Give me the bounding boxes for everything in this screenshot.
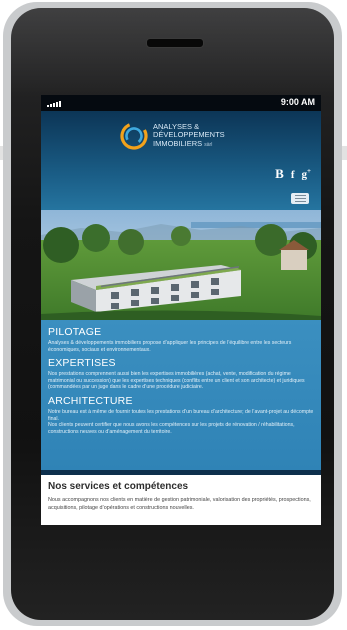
content-panel: PILOTAGE Analyses & développements immob… [41,320,321,470]
status-bar: 9:00 AM [41,95,321,111]
hero-image [41,210,321,320]
services-text: Nous accompagnons nos clients en matière… [48,497,311,511]
phone-speaker [146,38,204,48]
brand-line-3: IMMOBILIERS sàrl [153,138,225,149]
google-plus-sup: + [307,167,311,176]
brand-suffix: sàrl [204,141,213,148]
social-links: B f g+ [275,166,311,182]
signal-icon [47,100,61,107]
menu-button[interactable] [291,193,309,204]
site-header: ANALYSES & DÉVELOPPEMENTS IMMOBILIERS sà… [41,111,321,226]
section-text-pilotage: Analyses & développements immobiliers pr… [48,340,292,353]
blog-icon[interactable]: B [275,166,284,182]
section-title-expertises: EXPERTISES [48,357,116,370]
section-title-pilotage: PILOTAGE [48,326,102,338]
section-text-architecture: Notre bureau est à même de fournir toute… [48,408,314,422]
services-section: Nos services et compétences Nous accompa… [41,475,321,525]
logo-icon[interactable] [119,121,149,151]
brand-name[interactable]: ANALYSES & DÉVELOPPEMENTS IMMOBILIERS sà… [153,122,225,149]
status-time: 9:00 AM [280,97,315,107]
section-text-architecture-2: Nos clients peuvent certifier que nous a… [48,422,295,435]
section-title-architecture: ARCHITECTURE [48,394,133,407]
services-title: Nos services et compétences [48,481,189,492]
google-plus-icon[interactable]: g+ [302,167,312,181]
brand-line-3-text: IMMOBILIERS [153,138,203,148]
phone-screen: 9:00 AM ANALYSES & DÉVELOPPEMENTS IMMOBI… [41,95,321,525]
section-text-expertises: Nos prestations comprennent aussi bien l… [48,371,305,391]
facebook-icon[interactable]: f [291,169,295,181]
